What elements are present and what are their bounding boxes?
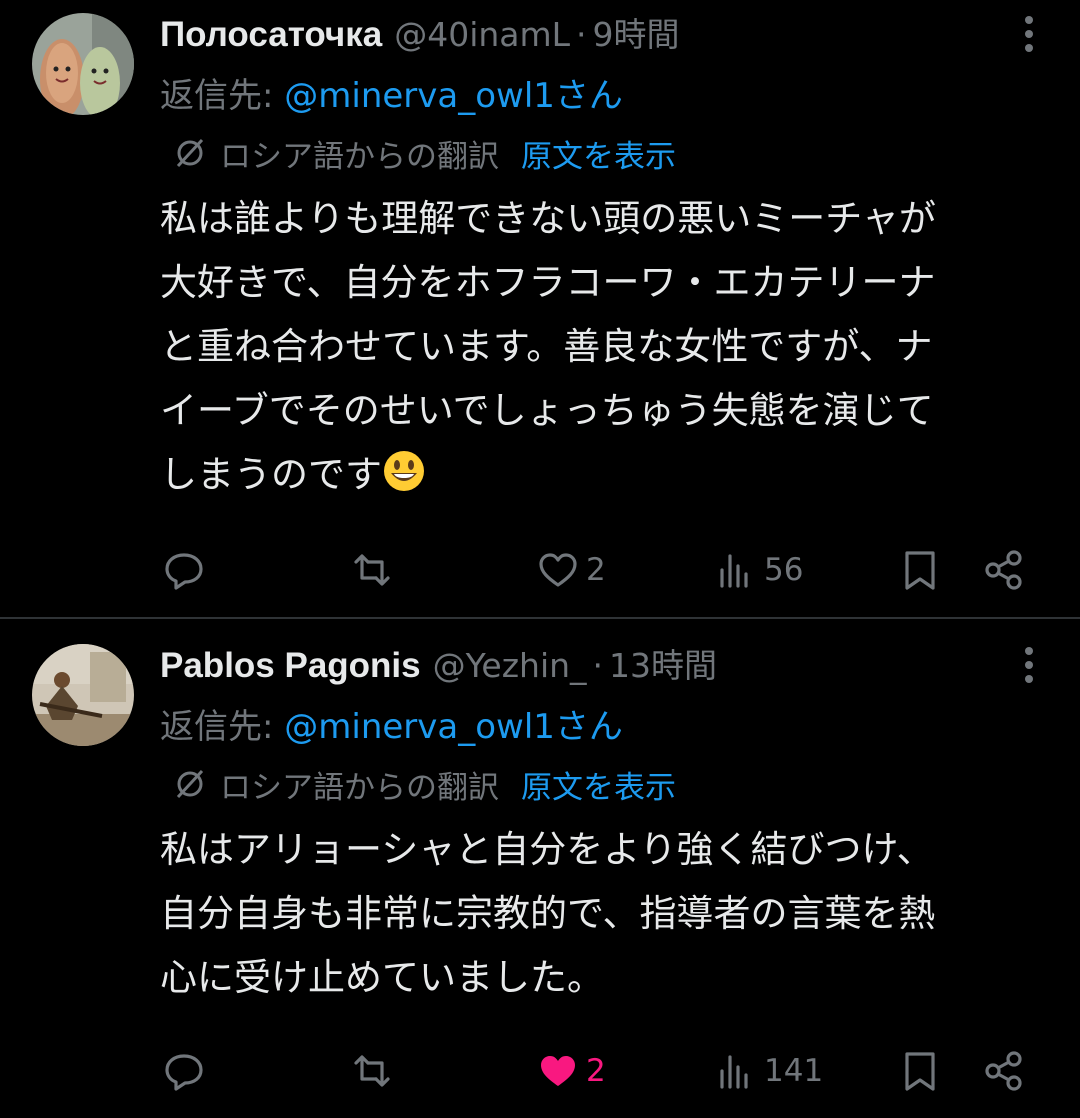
views-button[interactable]: 56 bbox=[714, 540, 803, 600]
views-icon bbox=[720, 554, 748, 588]
tweet-text-content: 私は誰よりも理解できない頭の悪いミーチャが 大好きで、自分をホフラコーワ・エカテ… bbox=[160, 197, 936, 496]
more-options-icon[interactable] bbox=[1020, 14, 1038, 54]
share-icon bbox=[985, 1051, 1022, 1091]
show-original-link[interactable]: 原文を表示 bbox=[521, 131, 676, 176]
reply-prefix: 返信先: bbox=[160, 707, 285, 747]
view-count: 141 bbox=[764, 1053, 824, 1089]
share-button[interactable] bbox=[982, 540, 1026, 600]
bookmark-icon bbox=[905, 551, 935, 590]
retweet-button[interactable] bbox=[350, 1041, 394, 1101]
bookmark-button[interactable] bbox=[898, 540, 942, 600]
bookmark-button[interactable] bbox=[898, 1041, 942, 1101]
views-button[interactable]: 141 bbox=[714, 1041, 823, 1101]
timestamp[interactable]: 9時間 bbox=[593, 8, 680, 56]
reply-to-line: 返信先: @minerva_owl1さん bbox=[160, 699, 623, 747]
retweet-icon bbox=[354, 1055, 390, 1087]
reply-to-line: 返信先: @minerva_owl1さん bbox=[160, 68, 623, 116]
heart-filled-icon bbox=[541, 1056, 575, 1086]
bookmark-icon bbox=[905, 1052, 935, 1091]
tweet-text-content: 私はアリョーシャと自分をより強く結びつけ、 自分自身も非常に宗教的で、指導者の言… bbox=[160, 828, 936, 999]
tweet-text: 私はアリョーシャと自分をより強く結びつけ、 自分自身も非常に宗教的で、指導者の言… bbox=[160, 818, 1040, 1010]
more-options-icon[interactable] bbox=[1020, 645, 1038, 685]
reply-button[interactable] bbox=[162, 1041, 206, 1101]
reply-mention-link[interactable]: @minerva_owl1さん bbox=[284, 76, 623, 116]
translation-bar: ロシア語からの翻訳 原文を表示 bbox=[172, 131, 676, 176]
separator-dot: · bbox=[576, 15, 587, 54]
reply-button[interactable] bbox=[162, 540, 206, 600]
like-button[interactable]: 2 bbox=[536, 1041, 606, 1101]
tweet[interactable]: Pablos Pagonis @Yezhin_ · 13時間 返信先: @min… bbox=[0, 619, 1080, 1118]
tweet-text: 私は誰よりも理解できない頭の悪いミーチャが 大好きで、自分をホフラコーワ・エカテ… bbox=[160, 187, 1040, 507]
tweet[interactable]: Полосаточка @40inamL · 9時間 返信先: @minerva… bbox=[0, 0, 1080, 618]
view-count: 56 bbox=[764, 552, 804, 588]
user-handle[interactable]: @Yezhin_ bbox=[433, 646, 587, 685]
share-button[interactable] bbox=[982, 1041, 1026, 1101]
display-name[interactable]: Полосаточка bbox=[160, 15, 382, 55]
like-count: 2 bbox=[586, 1053, 606, 1089]
tweet-header: Pablos Pagonis @Yezhin_ · 13時間 bbox=[160, 639, 717, 687]
avatar[interactable] bbox=[32, 13, 134, 115]
reply-mention-link[interactable]: @minerva_owl1さん bbox=[284, 707, 623, 747]
retweet-button[interactable] bbox=[350, 540, 394, 600]
translation-label: ロシア語からの翻訳 bbox=[220, 138, 499, 175]
separator-dot: · bbox=[592, 646, 604, 685]
show-original-link[interactable]: 原文を表示 bbox=[521, 762, 676, 807]
avatar[interactable] bbox=[32, 644, 134, 746]
translation-bar: ロシア語からの翻訳 原文を表示 bbox=[172, 762, 676, 807]
heart-icon bbox=[539, 553, 577, 587]
like-button[interactable]: 2 bbox=[536, 540, 606, 600]
user-handle[interactable]: @40inamL bbox=[394, 15, 570, 54]
reply-icon bbox=[165, 1054, 203, 1091]
retweet-icon bbox=[354, 554, 390, 586]
tweet-header: Полосаточка @40inamL · 9時間 bbox=[160, 8, 680, 56]
translate-icon bbox=[176, 769, 204, 799]
translate-icon bbox=[176, 138, 204, 168]
action-bar: 2 141 bbox=[160, 1041, 1040, 1101]
display-name[interactable]: Pablos Pagonis bbox=[160, 646, 421, 686]
like-count: 2 bbox=[586, 552, 606, 588]
timestamp[interactable]: 13時間 bbox=[609, 639, 717, 687]
action-bar: 2 56 bbox=[160, 540, 1040, 600]
views-icon bbox=[720, 1055, 748, 1089]
grinning-face-emoji-icon bbox=[384, 451, 424, 491]
reply-prefix: 返信先: bbox=[160, 76, 285, 116]
translation-label: ロシア語からの翻訳 bbox=[220, 769, 499, 806]
share-icon bbox=[985, 550, 1022, 590]
reply-icon bbox=[165, 553, 203, 590]
